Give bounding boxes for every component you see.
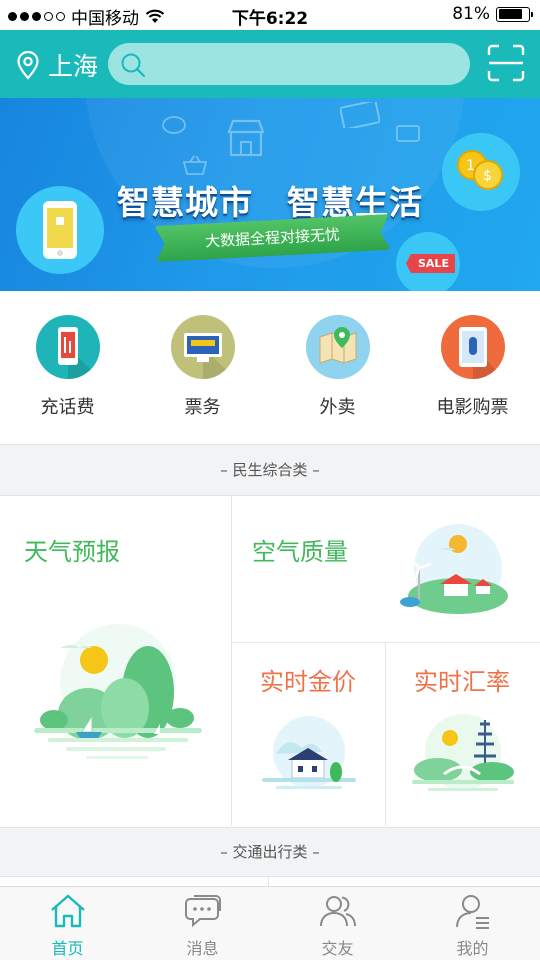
service-takeout[interactable]: 外卖 [270,315,405,419]
traffic-grid-top [0,877,540,886]
exchange-rate-illustration-icon [412,714,514,791]
grid-divider [232,642,540,643]
ticket-icon [170,315,235,379]
tab-label: 交友 [321,939,354,958]
tab-label: 消息 [186,939,219,958]
shop-icon [227,119,265,157]
service-label: 充话费 [40,397,95,418]
service-movie[interactable]: 电影购票 [405,315,540,419]
home-icon [50,894,85,928]
service-label: 外卖 [319,397,356,418]
grid-divider [268,877,269,886]
search-input[interactable] [108,43,470,85]
quick-services: 充话费 票务 外卖 电影购票 [0,291,540,444]
bottom-tab-bar: 首页 消息 交友 我的 [0,886,540,960]
piggy-bank-icon [162,116,186,134]
air-quality-illustration-icon [400,524,508,614]
tab-label: 首页 [51,939,84,958]
grid-divider [231,496,232,826]
scan-icon[interactable] [487,44,525,82]
service-label: 票务 [184,397,221,418]
card-icon [340,102,380,128]
movie-ticket-icon [440,315,505,379]
banner-title: 智慧城市 智慧生活 [117,183,423,222]
search-icon [121,53,146,78]
service-label: 电影购票 [436,397,509,418]
grid-divider [385,643,386,826]
promo-banner[interactable]: 1 $ SALE 智慧城市 智慧生活 大数据全程对接无忧 [0,98,540,291]
profile-icon [455,895,489,929]
status-right: 81% [452,4,533,24]
battery-percent: 81% [452,4,490,24]
friends-icon [319,896,356,927]
basket-icon [182,155,208,175]
tab-profile[interactable]: 我的 [405,893,540,959]
weather-illustration-icon [34,624,202,759]
tab-home[interactable]: 首页 [0,893,135,959]
wallet-icon [396,125,420,142]
tile-title: 空气质量 [252,538,348,566]
livelihood-grid: 天气预报 空气质量 实时金价 实时汇率 [0,496,540,828]
battery-icon [496,6,533,22]
tile-title: 实时汇率 [414,668,510,696]
status-bar: 中国移动 下午6:22 81% [0,0,540,30]
tile-gold-price[interactable]: 实时金价 [232,644,384,826]
sale-tag: SALE [406,254,455,273]
tab-friends[interactable]: 交友 [270,893,405,959]
battery-fill [498,9,522,19]
section-header-livelihood: – 民生综合类 – [0,444,540,496]
tile-title: 实时金价 [260,668,356,696]
city-name: 上海 [48,52,99,81]
tab-messages[interactable]: 消息 [135,893,270,959]
location-pin-icon [17,50,39,80]
gold-price-illustration-icon [262,716,356,789]
message-icon [184,895,221,928]
phone-recharge-icon [35,315,100,379]
tile-exchange-rate[interactable]: 实时汇率 [386,644,540,826]
app-header: 上海 [0,30,540,98]
tile-air-quality[interactable]: 空气质量 [232,496,540,642]
service-recharge[interactable]: 充话费 [0,315,135,419]
service-tickets[interactable]: 票务 [135,315,270,419]
svg-text:1: 1 [466,158,475,174]
city-selector[interactable]: 上海 [16,47,98,83]
tile-weather[interactable]: 天气预报 [0,496,231,826]
takeout-map-icon [305,315,370,379]
section-header-traffic: – 交通出行类 – [0,827,540,877]
tab-label: 我的 [456,939,489,958]
tile-title: 天气预报 [24,538,120,566]
